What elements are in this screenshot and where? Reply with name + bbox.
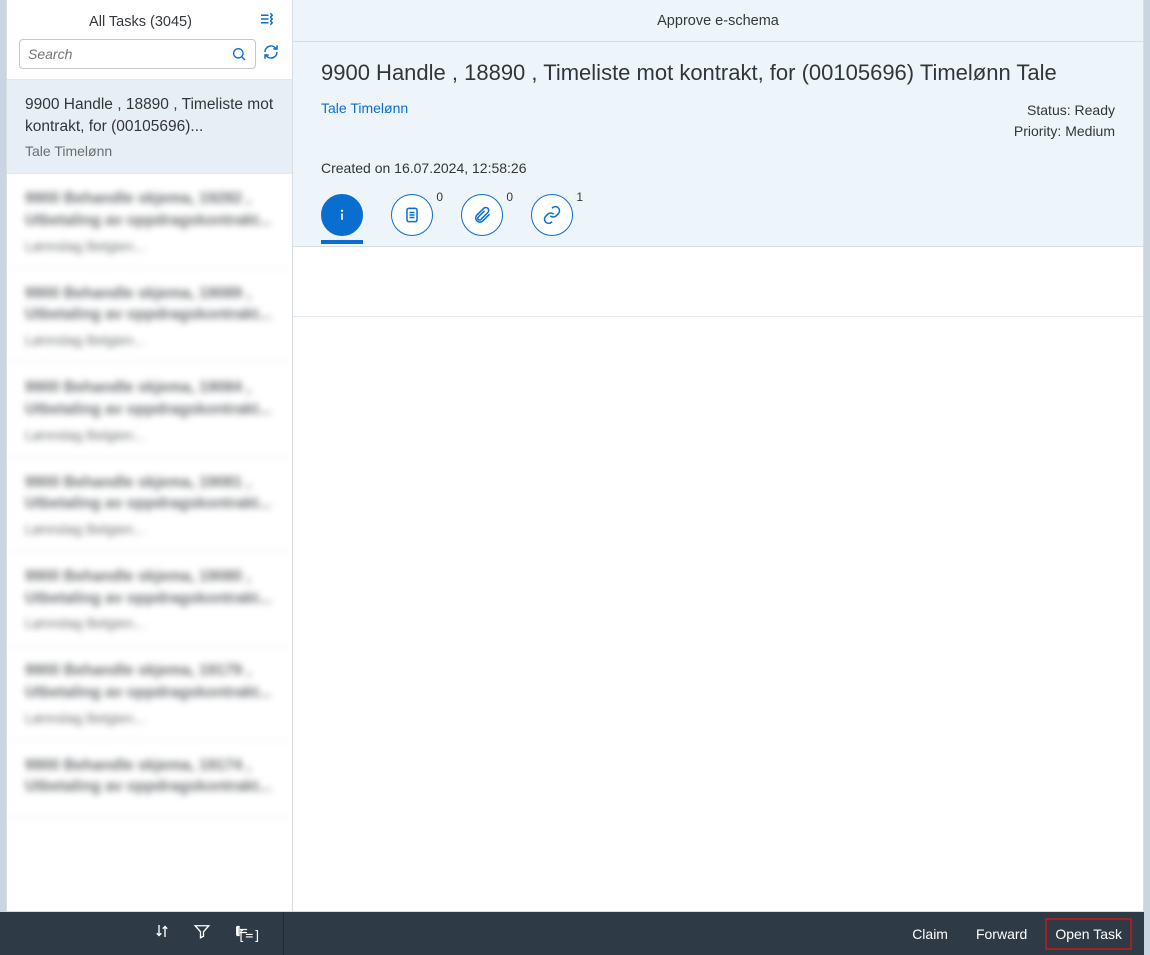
meta-right: Status: Ready Priority: Medium xyxy=(1014,100,1115,142)
tab-links[interactable]: 1 xyxy=(531,194,573,244)
link-icon xyxy=(542,205,562,225)
task-item[interactable]: 9900 Handle , 18890 , Timeliste mot kont… xyxy=(7,80,292,174)
task-item-title: 9900 Behandle skjema, 19084 , Utbetaling… xyxy=(25,377,274,420)
search-box[interactable] xyxy=(19,39,256,69)
footer-left: [=] xyxy=(0,912,284,955)
attachment-icon xyxy=(472,205,492,225)
created-on: Created on 16.07.2024, 12:58:26 xyxy=(321,160,1115,176)
main-header-title: Approve e-schema xyxy=(657,13,779,29)
sidebar-title: All Tasks (3045) xyxy=(23,14,258,30)
filter-icon[interactable] xyxy=(193,922,211,945)
tab-notes[interactable]: 0 xyxy=(391,194,433,244)
notes-icon xyxy=(402,205,422,225)
detail-title: 9900 Handle , 18890 , Timeliste mot kont… xyxy=(321,60,1115,86)
task-item-sub: Lønnslag Belgien... xyxy=(25,710,274,726)
sort-icon[interactable] xyxy=(153,922,171,945)
priority-label: Priority: xyxy=(1014,123,1061,139)
refresh-button[interactable] xyxy=(262,43,280,66)
tab-info[interactable] xyxy=(321,194,363,244)
attachments-count: 0 xyxy=(506,190,513,204)
main-header: Approve e-schema xyxy=(293,0,1143,42)
priority-value: Medium xyxy=(1065,123,1115,139)
notes-count: 0 xyxy=(436,190,443,204)
task-item[interactable]: 9900 Behandle skjema, 19080 , Utbetaling… xyxy=(7,552,292,646)
main-panel: Approve e-schema 9900 Handle , 18890 , T… xyxy=(293,0,1143,911)
task-item[interactable]: 9900 Behandle skjema, 19179 , Utbetaling… xyxy=(7,646,292,740)
task-item-sub: Tale Timelønn xyxy=(25,143,274,159)
task-item-title: 9900 Handle , 18890 , Timeliste mot kont… xyxy=(25,94,274,137)
detail-header: 9900 Handle , 18890 , Timeliste mot kont… xyxy=(293,42,1143,246)
status-value: Ready xyxy=(1075,102,1115,118)
task-settings-icon[interactable] xyxy=(258,10,276,33)
task-list[interactable]: 9900 Handle , 18890 , Timeliste mot kont… xyxy=(7,79,292,911)
task-item-sub: Lønnslag Belgien... xyxy=(25,521,274,537)
search-input[interactable] xyxy=(28,46,231,62)
author-link[interactable]: Tale Timelønn xyxy=(321,100,408,116)
task-item-title: 9900 Behandle skjema, 19080 , Utbetaling… xyxy=(25,566,274,609)
task-item[interactable]: 9900 Behandle skjema, 19089 , Utbetaling… xyxy=(7,269,292,363)
sidebar-header: All Tasks (3045) xyxy=(7,0,292,39)
group-icon[interactable]: [=] xyxy=(233,922,261,945)
task-item[interactable]: 9900 Behandle skjema, 19084 , Utbetaling… xyxy=(7,363,292,457)
task-item-title: 9900 Behandle skjema, 19081 , Utbetaling… xyxy=(25,472,274,515)
task-item-title: 9900 Behandle skjema, 19089 , Utbetaling… xyxy=(25,283,274,326)
task-item-sub: Lønnslag Belgien... xyxy=(25,427,274,443)
tab-attachments[interactable]: 0 xyxy=(461,194,503,244)
task-item-sub: Lønnslag Belgien... xyxy=(25,615,274,631)
search-row xyxy=(7,39,292,79)
detail-body xyxy=(293,246,1143,911)
circle-tabs: 0 0 1 xyxy=(321,194,1115,246)
info-icon xyxy=(332,205,352,225)
footer-right: Claim Forward Open Task xyxy=(284,912,1144,955)
task-item-title: 9900 Behandle skjema, 19282 , Utbetaling… xyxy=(25,188,274,231)
search-icon[interactable] xyxy=(231,46,247,62)
task-item-sub: Lønnslag Belgien... xyxy=(25,238,274,254)
task-item[interactable]: 9900 Behandle skjema, 19081 , Utbetaling… xyxy=(7,458,292,552)
footer: [=] Claim Forward Open Task xyxy=(0,912,1144,955)
task-item-sub: Lønnslag Belgien... xyxy=(25,332,274,348)
task-item-title: 9900 Behandle skjema, 19174 , Utbetaling… xyxy=(25,755,274,798)
sidebar: All Tasks (3045) 9900 Handle , 18890 , T… xyxy=(7,0,293,911)
task-item[interactable]: 9900 Behandle skjema, 19174 , Utbetaling… xyxy=(7,741,292,819)
task-item[interactable]: 9900 Behandle skjema, 19282 , Utbetaling… xyxy=(7,174,292,268)
links-count: 1 xyxy=(576,190,583,204)
open-task-button[interactable]: Open Task xyxy=(1045,918,1132,950)
task-item-title: 9900 Behandle skjema, 19179 , Utbetaling… xyxy=(25,660,274,703)
forward-button[interactable]: Forward xyxy=(966,918,1037,950)
status-label: Status: xyxy=(1027,102,1071,118)
claim-button[interactable]: Claim xyxy=(902,918,958,950)
